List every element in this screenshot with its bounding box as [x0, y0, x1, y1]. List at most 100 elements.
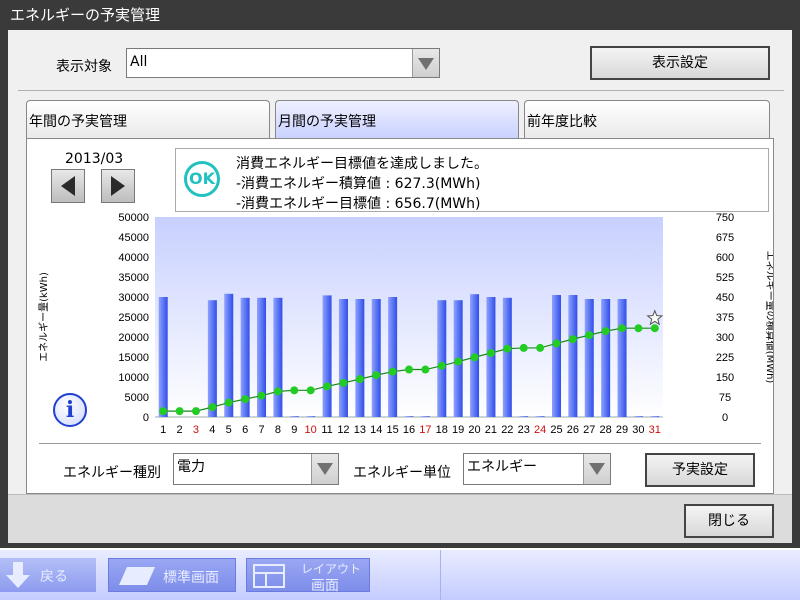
cumulative-point: [257, 391, 266, 400]
dialog-footer: [8, 494, 792, 543]
y2-tick-label: 225: [716, 352, 734, 364]
y-tick-label: 5000: [125, 392, 149, 404]
x-tick-label: 14: [370, 424, 382, 436]
info-icon[interactable]: i: [53, 393, 87, 427]
bar: [404, 416, 414, 417]
cumulative-point: [503, 344, 512, 353]
message-line-1: 消費エネルギー目標値を達成しました。: [236, 156, 488, 172]
y-tick-label: 40000: [118, 252, 149, 264]
energy-unit-select[interactable]: エネルギー: [463, 453, 611, 485]
cumulative-point: [241, 395, 250, 404]
y-axis-title: エネルギー量(kWh): [38, 272, 50, 362]
chevron-down-icon[interactable]: [311, 454, 338, 484]
chevron-down-icon[interactable]: [412, 49, 439, 77]
y2-tick-label: 75: [719, 392, 731, 404]
y2-tick-label: 375: [716, 312, 734, 324]
bar: [519, 416, 529, 417]
x-tick-label: 13: [354, 424, 366, 436]
chevron-down-icon[interactable]: [583, 454, 610, 484]
x-tick-label: 30: [632, 424, 644, 436]
window-frame: エネルギーの予実管理 表示対象 All 表示設定 年間の予実管理 月間の予実管理…: [0, 0, 800, 548]
divider: [18, 90, 784, 91]
next-month-button[interactable]: [101, 169, 135, 203]
display-settings-button[interactable]: 表示設定: [590, 46, 770, 80]
divider: [39, 443, 761, 444]
bar: [617, 299, 627, 417]
cumulative-point: [634, 324, 643, 333]
bar: [306, 416, 316, 417]
bar: [158, 297, 168, 417]
standard-screen-button[interactable]: 標準画面: [108, 558, 236, 592]
bar: [273, 297, 283, 417]
back-button[interactable]: 戻る: [0, 558, 96, 592]
bar: [420, 416, 430, 417]
y-tick-label: 35000: [118, 272, 149, 284]
cumulative-point: [405, 365, 413, 374]
layout-screen-label-2: 画面: [311, 578, 339, 594]
message-line-3: -消費エネルギー目標値 : 656.7(MWh): [236, 196, 481, 212]
cumulative-point: [323, 382, 332, 391]
bar: [601, 299, 611, 417]
cumulative-point: [568, 335, 577, 344]
x-tick-label: 25: [550, 424, 562, 436]
energy-type-label: エネルギー種別: [63, 465, 161, 481]
bar: [584, 299, 594, 417]
x-tick-label: 31: [649, 424, 661, 436]
x-tick-label: 28: [600, 424, 612, 436]
x-tick-label: 27: [583, 424, 595, 436]
tab-annual[interactable]: 年間の予実管理: [26, 100, 270, 140]
y-tick-label: 15000: [118, 352, 149, 364]
x-tick-label: 6: [242, 424, 248, 436]
bar: [322, 295, 332, 417]
bar: [437, 300, 447, 417]
tab-monthly[interactable]: 月間の予実管理: [275, 100, 519, 140]
layout-screen-button[interactable]: レイアウト 画面: [246, 558, 370, 594]
target-select-value: All: [130, 54, 148, 70]
energy-type-select[interactable]: 電力: [173, 453, 339, 485]
y-tick-label: 30000: [118, 292, 149, 304]
cumulative-point: [601, 327, 610, 336]
x-tick-label: 8: [275, 424, 281, 436]
x-tick-label: 20: [468, 424, 480, 436]
arrow-down-icon: [6, 562, 30, 588]
x-tick-label: 29: [616, 424, 628, 436]
cumulative-point: [175, 407, 184, 416]
x-tick-label: 11: [321, 424, 332, 436]
cumulative-point: [552, 339, 561, 348]
bar: [568, 295, 578, 417]
x-tick-label: 15: [386, 424, 398, 436]
energy-unit-label: エネルギー単位: [353, 465, 451, 481]
tab-previous-year[interactable]: 前年度比較: [524, 100, 770, 140]
x-tick-label: 23: [518, 424, 530, 436]
cumulative-point: [224, 398, 233, 407]
bar: [289, 416, 299, 417]
ok-icon: OK: [184, 161, 220, 197]
cumulative-point: [437, 361, 446, 370]
cumulative-point: [536, 343, 545, 352]
x-tick-label: 18: [436, 424, 448, 436]
y2-tick-label: 750: [716, 212, 734, 224]
bar: [633, 416, 643, 417]
cumulative-point: [159, 407, 168, 416]
x-tick-label: 12: [337, 424, 349, 436]
y-tick-label: 50000: [118, 212, 149, 224]
x-tick-label: 16: [403, 424, 415, 436]
budget-settings-button[interactable]: 予実設定: [645, 453, 755, 487]
prev-month-button[interactable]: [51, 169, 85, 203]
target-select[interactable]: All: [126, 48, 440, 78]
y-tick-label: 45000: [118, 232, 149, 244]
triangle-left-icon: [61, 176, 75, 196]
x-tick-label: 5: [226, 424, 232, 436]
cumulative-point: [208, 403, 217, 412]
cumulative-point: [650, 324, 659, 333]
standard-screen-label: 標準画面: [163, 570, 219, 586]
cumulative-point: [388, 367, 397, 376]
x-tick-label: 9: [291, 424, 297, 436]
cumulative-point: [454, 357, 463, 366]
close-button[interactable]: 閉じる: [684, 504, 774, 538]
status-message-box: OK 消費エネルギー目標値を達成しました。 -消費エネルギー積算値 : 627.…: [175, 148, 769, 212]
energy-unit-value: エネルギー: [467, 459, 537, 475]
divider: [440, 550, 441, 600]
cumulative-point: [486, 349, 495, 357]
triangle-right-icon: [111, 176, 125, 196]
